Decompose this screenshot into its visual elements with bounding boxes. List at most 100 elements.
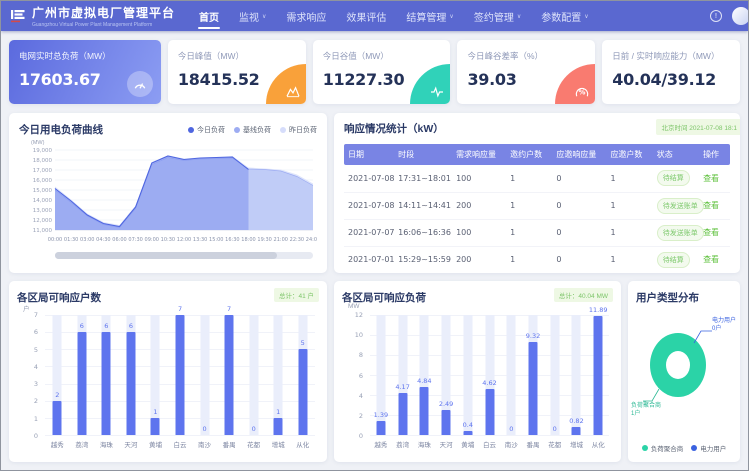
cell-invited: 1 [506, 219, 552, 246]
bar-column-花都: 0花都 [241, 315, 266, 435]
kpi-value: 40.04/39.12 [612, 70, 730, 89]
cell-period: 17:31~18:01 [394, 165, 452, 192]
y-axis-tick: 3 [34, 380, 38, 388]
notification-icon[interactable]: ! [710, 10, 722, 22]
bar-value-label: 7 [160, 305, 201, 313]
cell-invited: 1 [506, 192, 552, 219]
bar-value-label: 7 [209, 305, 250, 313]
header-right: ! [710, 7, 740, 25]
view-link[interactable]: 查看 [703, 228, 719, 237]
cell-period: 15:29~15:59 [394, 246, 452, 273]
bar-column-番禺: 9.32番禺 [522, 315, 544, 435]
user-type-panel: 用户类型分布 电力用户 0户 负荷聚合商 1户 负荷聚合商 [628, 281, 740, 462]
cell-period: 16:06~16:36 [394, 219, 452, 246]
y-axis-tick: 12 [355, 311, 363, 319]
bar [77, 332, 86, 435]
bar-value-label: 5 [282, 339, 323, 347]
view-link[interactable]: 查看 [703, 255, 719, 264]
cell-responded: 0 [552, 192, 606, 219]
nav-item-label: 结算管理 [406, 9, 446, 24]
nav-item-label: 监视 [239, 9, 259, 24]
app-subtitle: Guangzhou Virtual Power Plant Management… [32, 22, 175, 28]
user-avatar[interactable] [732, 7, 749, 25]
app-header: 广州市虚拟电厂管理平台 Guangzhou Virtual Power Plan… [1, 1, 748, 31]
kpi-card-realtime-load: 电网实时总负荷（MW） 17603.67 [9, 40, 161, 104]
chart-zoom-slider[interactable] [55, 252, 313, 259]
main-nav: 首页监视∨需求响应效果评估结算管理∨签约管理∨参数配置∨ [189, 1, 599, 31]
svg-text:04:30: 04:30 [96, 237, 110, 243]
legend-item-power-user[interactable]: 电力用户 [691, 443, 726, 453]
bar-column-白云: 4.62白云 [479, 315, 501, 435]
nav-item-6[interactable]: 参数配置∨ [531, 1, 598, 31]
nav-item-0[interactable]: 首页 [189, 1, 229, 31]
x-axis-label: 从化 [284, 439, 321, 449]
bar-column-南沙: 0南沙 [192, 315, 217, 435]
legend-item-0[interactable]: 今日负荷 [188, 125, 225, 135]
svg-text:10:30: 10:30 [161, 237, 175, 243]
svg-text:15:00: 15:00 [209, 237, 223, 243]
legend-item-2[interactable]: 昨日负荷 [280, 125, 317, 135]
callout-label-aggregator: 负荷聚合商 [631, 402, 661, 410]
chart-zoom-thumb[interactable] [55, 252, 277, 259]
cell-resp_users: 1 [606, 219, 652, 246]
legend-dot-icon [642, 445, 648, 451]
bar-column-海珠: 4.84海珠 [413, 315, 435, 435]
nav-item-label: 参数配置 [541, 9, 581, 24]
kpi-card-peak-valley-rate: 今日峰谷差率（%） 39.03 % [457, 40, 595, 104]
cell-resp_users: 1 [606, 165, 652, 192]
total-badge: 总计：41 户 [274, 288, 319, 302]
nav-item-label: 签约管理 [474, 9, 514, 24]
svg-text:16:30: 16:30 [225, 237, 239, 243]
legend-label: 今日负荷 [197, 125, 225, 135]
nav-item-3[interactable]: 效果评估 [336, 1, 396, 31]
bar [398, 393, 407, 435]
table-row: 2021-07-0814:11~14:41200101待发送账单查看 [344, 192, 730, 219]
callout-label-power-user: 电力用户 [712, 317, 736, 325]
response-table: 日期时段需求响应量邀约户数应邀响应量应邀户数状态操作 2021-07-0817:… [344, 144, 730, 273]
nav-item-5[interactable]: 签约管理∨ [464, 1, 531, 31]
bar-column-荔湾: 4.17荔湾 [392, 315, 414, 435]
view-link[interactable]: 查看 [703, 201, 719, 210]
svg-text:19:30: 19:30 [257, 237, 271, 243]
bar-column-增城: 0.82增城 [566, 315, 588, 435]
column-header: 应邀响应量 [552, 144, 606, 165]
cell-date: 2021-07-08 [344, 192, 394, 219]
kpi-label: 今日峰值（MW） [178, 50, 296, 62]
legend-dot-icon [280, 127, 286, 133]
donut-legend: 负荷聚合商 电力用户 [628, 443, 740, 453]
logo: 广州市虚拟电厂管理平台 Guangzhou Virtual Power Plan… [9, 4, 175, 28]
logo-text: 广州市虚拟电厂管理平台 Guangzhou Virtual Power Plan… [32, 4, 175, 28]
total-badge: 总计：40.04 MW [554, 288, 613, 302]
nav-item-2[interactable]: 需求响应 [276, 1, 336, 31]
svg-text:18:00: 18:00 [241, 237, 255, 243]
chevron-down-icon: ∨ [517, 13, 521, 20]
legend-label: 昨日负荷 [289, 125, 317, 135]
nav-item-1[interactable]: 监视∨ [229, 1, 276, 31]
view-link[interactable]: 查看 [703, 174, 719, 183]
chevron-down-icon: ∨ [449, 13, 453, 20]
response-table-body: 2021-07-0817:31~18:01100101待结算查看2021-07-… [344, 165, 730, 273]
y-axis-tick: 1 [34, 415, 38, 423]
panel-title: 用户类型分布 [636, 290, 732, 305]
load-capacity-panel: 各区局可响应负荷 总计：40.04 MW MW0246810121.39越秀4.… [334, 281, 621, 462]
cell-resp_users: 1 [606, 246, 652, 273]
column-header: 状态 [653, 144, 699, 165]
bar [151, 418, 160, 435]
legend-item-1[interactable]: 基线负荷 [234, 125, 271, 135]
y-axis-unit: MW [348, 303, 360, 310]
kpi-card-today-peak: 今日峰值（MW） 18415.52 [168, 40, 306, 104]
table-row: 2021-07-0817:31~18:01100101待结算查看 [344, 165, 730, 192]
response-stats-panel: 响应情况统计（kW） 北京时间 2021-07-08 18:1 日期时段需求响应… [334, 113, 740, 273]
nav-item-4[interactable]: 结算管理∨ [396, 1, 463, 31]
svg-text:14,000: 14,000 [33, 198, 53, 204]
legend-item-aggregator[interactable]: 负荷聚合商 [642, 443, 684, 453]
nav-item-label: 效果评估 [346, 9, 386, 24]
kpi-label: 日前 / 实时响应能力（MW） [612, 50, 730, 62]
row-middle: 今日用电负荷曲线 今日负荷基线负荷昨日负荷 (MW) 19,00018,0001… [1, 104, 748, 273]
svg-text:17,000: 17,000 [33, 168, 53, 174]
bar [572, 427, 581, 435]
cell-responded: 0 [552, 219, 606, 246]
households-bar-chart: 户012345672越秀6荔湾6海珠6天河1黄埔7白云0南沙7番禺0花都1增城5… [19, 315, 317, 452]
bar [126, 332, 135, 435]
bar [225, 315, 234, 435]
